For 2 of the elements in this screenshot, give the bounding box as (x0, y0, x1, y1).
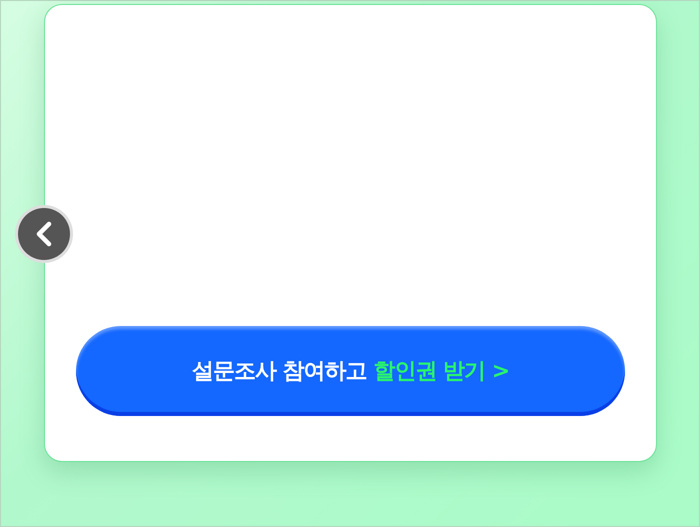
survey-button[interactable]: 설문조사 참여하고 할인권 받기 > (76, 326, 625, 416)
chevron-left-icon (34, 221, 54, 247)
